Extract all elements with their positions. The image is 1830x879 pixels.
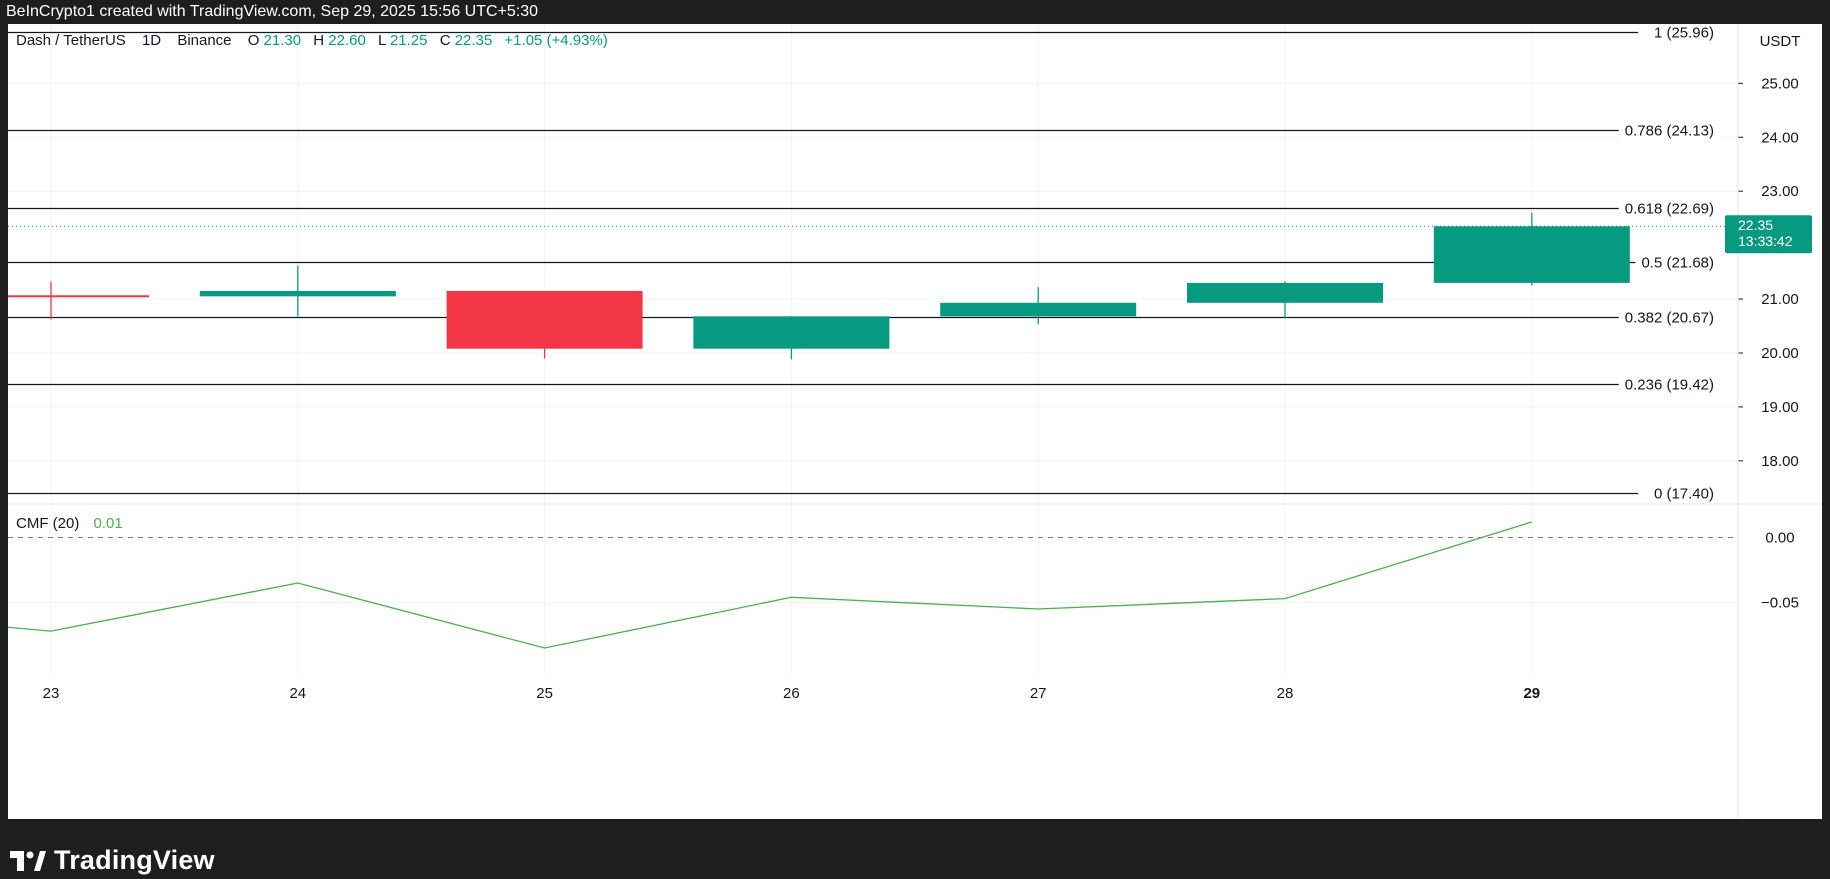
last-price-label[interactable]: 22.35 13:33:42 [1725,215,1812,254]
price-axis-label: 24.00 [1761,129,1799,146]
tradingview-wordmark: TradingView [54,845,215,875]
axes: 25.00 24.00 23.00 21.00 20.00 19.00 18.00 0.00 −… [43,75,1799,702]
chart-header: BeInCrypto1 created with TradingView.com… [0,0,1830,24]
legend-change: +1.05 (+4.93%) [504,32,607,49]
chart-frame[interactable]: 1 (25.96) 0.786 (24.13) 0.618 (22.69) 0.5 (… [8,24,1822,819]
fib-level-label: 0.786 (24.13) [1625,123,1714,140]
price-axis-label: 25.00 [1761,75,1799,92]
cmf-line [8,521,1532,649]
candle-body [199,290,396,297]
svg-text:CMF (20) 0.01: CMF (20) 0.01 [16,515,123,532]
candle-body [8,295,149,298]
fib-level-label: 0 (17.40) [1654,486,1714,503]
cmf-legend-value: 0.01 [94,515,123,532]
cmf-axis-label: 0.00 [1765,530,1794,547]
candle-body [693,316,890,349]
time-axis-label: 29 [1523,685,1540,702]
legend-open-value: 21.30 [264,32,302,49]
time-axis-label: 23 [43,685,60,702]
price-axis-label: 19.00 [1761,399,1799,416]
time-axis-label: 27 [1030,685,1047,702]
legend-interval: 1D [142,32,161,49]
main-legend: Dash / TetherUS 1D Binance O 21.30 H 22.… [16,32,608,49]
candle-body [1433,226,1630,283]
candle-body [446,290,643,349]
legend-exchange: Binance [177,32,231,49]
cmf-indicator[interactable] [8,521,1738,649]
fib-level-label: 1 (25.96) [1654,25,1714,42]
time-axis-label: 24 [289,685,306,702]
price-axis-label: 21.00 [1761,291,1799,308]
cmf-legend-name: CMF (20) [16,515,79,532]
legend-high-value: 22.60 [328,32,366,49]
cmf-legend: CMF (20) 0.01 [16,515,123,532]
legend-close-label: C [440,32,451,49]
chart-canvas[interactable]: 1 (25.96) 0.786 (24.13) 0.618 (22.69) 0.5 (… [8,24,1822,819]
price-axis-label: 23.00 [1761,183,1799,200]
time-axis-label: 28 [1277,685,1294,702]
fib-level-label: 0.5 (21.68) [1641,255,1714,272]
legend-low-value: 21.25 [390,32,428,49]
fib-level-label: 0.618 (22.69) [1625,201,1714,218]
footer: TradingView [0,819,1830,879]
time-axis-label: 26 [783,685,800,702]
legend-symbol: Dash / TetherUS [16,32,126,49]
candle-body [940,302,1137,317]
last-price-value: 22.35 [1738,217,1773,233]
price-axis-label: 20.00 [1761,345,1799,362]
chart-caption: BeInCrypto1 created with TradingView.com… [6,3,539,20]
price-axis-label: 18.00 [1761,453,1799,470]
currency-label[interactable]: USDT [1760,33,1801,50]
svg-text:Dash / TetherUS 1D: Dash / TetherUS 1D Binance O 21.30 H 22.… [16,32,608,49]
last-price-countdown: 13:33:42 [1738,233,1793,249]
candlestick-series[interactable] [8,212,1738,360]
legend-close-value: 22.35 [455,32,493,49]
cmf-axis-label: −0.05 [1761,595,1799,612]
fib-level-label: 0.236 (19.42) [1625,377,1714,394]
legend-high-label: H [313,32,324,49]
tradingview-logo-icon [10,850,46,871]
time-axis-label: 25 [536,685,553,702]
candle-body [1187,282,1383,303]
fib-level-label: 0.382 (20.67) [1625,310,1714,327]
legend-low-label: L [378,32,386,49]
legend-open-label: O [248,32,260,49]
grid-layer [8,24,1738,674]
tradingview-logo[interactable]: TradingView [10,845,215,876]
